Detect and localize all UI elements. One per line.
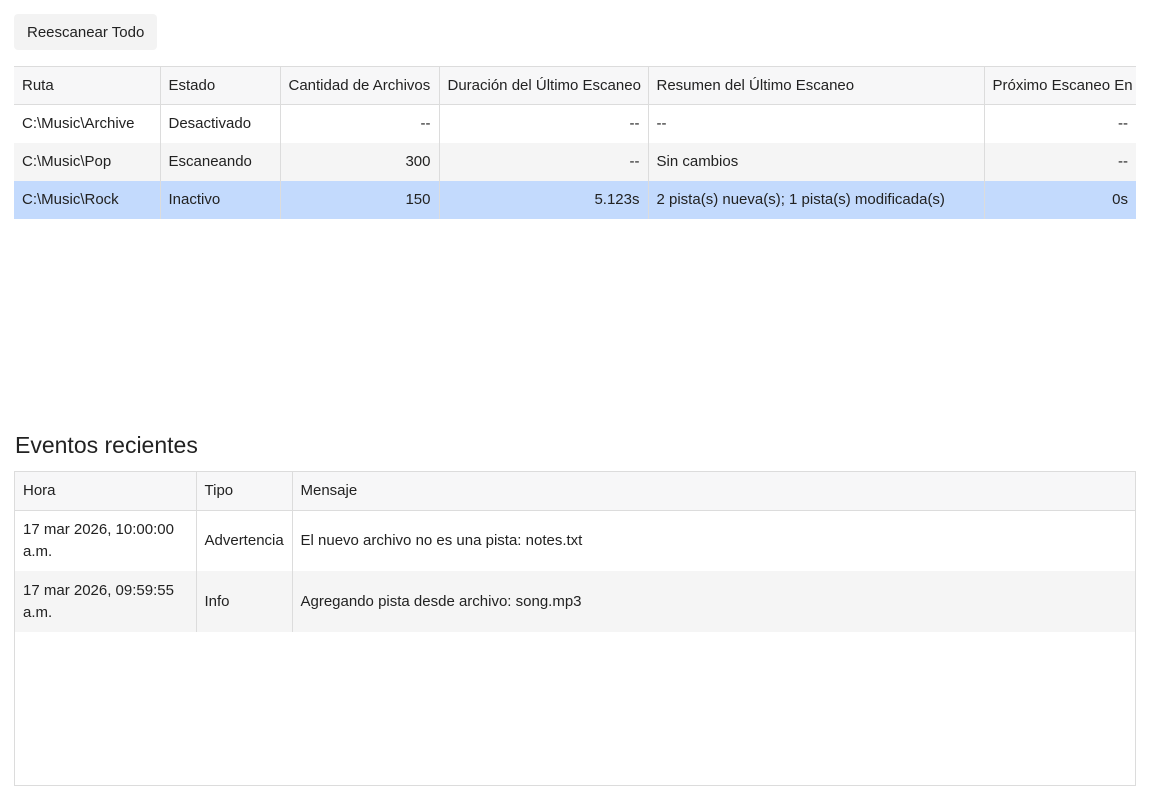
cell-last-scan-summary: -- — [648, 104, 985, 143]
column-header-type[interactable]: Tipo — [196, 472, 293, 511]
cell-path: C:\Music\Rock — [14, 180, 161, 219]
folders-table-header: Ruta Estado Cantidad de Archivos Duració… — [14, 66, 1136, 105]
rescan-all-button[interactable]: Reescanear Todo — [14, 14, 158, 50]
cell-message: El nuevo archivo no es una pista: notes.… — [300, 532, 583, 550]
events-panel[interactable]: Hora Tipo Mensaje 17 mar 2026, 10:00:00 … — [14, 471, 1136, 786]
column-header-path[interactable]: Ruta — [14, 66, 161, 105]
cell-time: 17 mar 2026, 09:59:55 a.m. — [15, 571, 197, 632]
event-row[interactable]: 17 mar 2026, 10:00:00 a.m. Advertencia E… — [15, 510, 1135, 571]
column-header-message[interactable]: Mensaje — [292, 472, 1135, 511]
table-row-selected[interactable]: C:\Music\Rock Inactivo 150 5.123s 2 pist… — [14, 180, 1136, 219]
cell-last-scan-duration: -- — [439, 104, 649, 143]
cell-next-scan-in: -- — [1118, 115, 1128, 133]
cell-path: C:\Music\Archive — [14, 104, 161, 143]
events-table-header: Hora Tipo Mensaje — [15, 472, 1135, 511]
cell-status: Inactivo — [160, 180, 281, 219]
column-header-status[interactable]: Estado — [160, 66, 281, 105]
cell-message: Agregando pista desde archivo: song.mp3 — [300, 593, 582, 610]
column-header-time[interactable]: Hora — [15, 472, 197, 511]
cell-type: Advertencia — [196, 510, 293, 571]
cell-path: C:\Music\Pop — [14, 142, 161, 181]
events-table: Hora Tipo Mensaje 17 mar 2026, 10:00:00 … — [15, 472, 1135, 632]
event-row[interactable]: 17 mar 2026, 09:59:55 a.m. Info Agregand… — [15, 571, 1135, 632]
recent-events-title: Eventos recientes — [15, 432, 198, 458]
column-header-last-scan-summary[interactable]: Resumen del Último Escaneo — [648, 66, 985, 105]
column-header-file-count[interactable]: Cantidad de Archivos — [280, 66, 440, 105]
cell-status: Escaneando — [160, 142, 281, 181]
folders-table: Ruta Estado Cantidad de Archivos Duració… — [14, 66, 1136, 219]
cell-last-scan-duration: -- — [439, 142, 649, 181]
cell-next-scan-in: -- — [1118, 153, 1128, 170]
cell-time: 17 mar 2026, 10:00:00 a.m. — [15, 510, 197, 571]
cell-file-count: -- — [280, 104, 440, 143]
cell-type: Info — [196, 571, 293, 632]
cell-last-scan-duration: 5.123s — [439, 180, 649, 219]
cell-status: Desactivado — [160, 104, 281, 143]
column-header-next-scan-in[interactable]: Próximo Escaneo En — [984, 66, 1136, 105]
app-window: Reescanear Todo Ruta Estado Cantidad de … — [0, 0, 1150, 800]
table-row[interactable]: C:\Music\Archive Desactivado -- -- -- -- — [14, 104, 1136, 143]
cell-file-count: 300 — [280, 142, 440, 181]
cell-last-scan-summary: Sin cambios — [648, 142, 985, 181]
cell-file-count: 150 — [280, 180, 440, 219]
cell-last-scan-summary: 2 pista(s) nueva(s); 1 pista(s) modifica… — [648, 180, 985, 219]
cell-next-scan-in: 0s — [1112, 191, 1128, 208]
column-header-last-scan-duration[interactable]: Duración del Último Escaneo — [439, 66, 649, 105]
table-row[interactable]: C:\Music\Pop Escaneando 300 -- Sin cambi… — [14, 142, 1136, 181]
